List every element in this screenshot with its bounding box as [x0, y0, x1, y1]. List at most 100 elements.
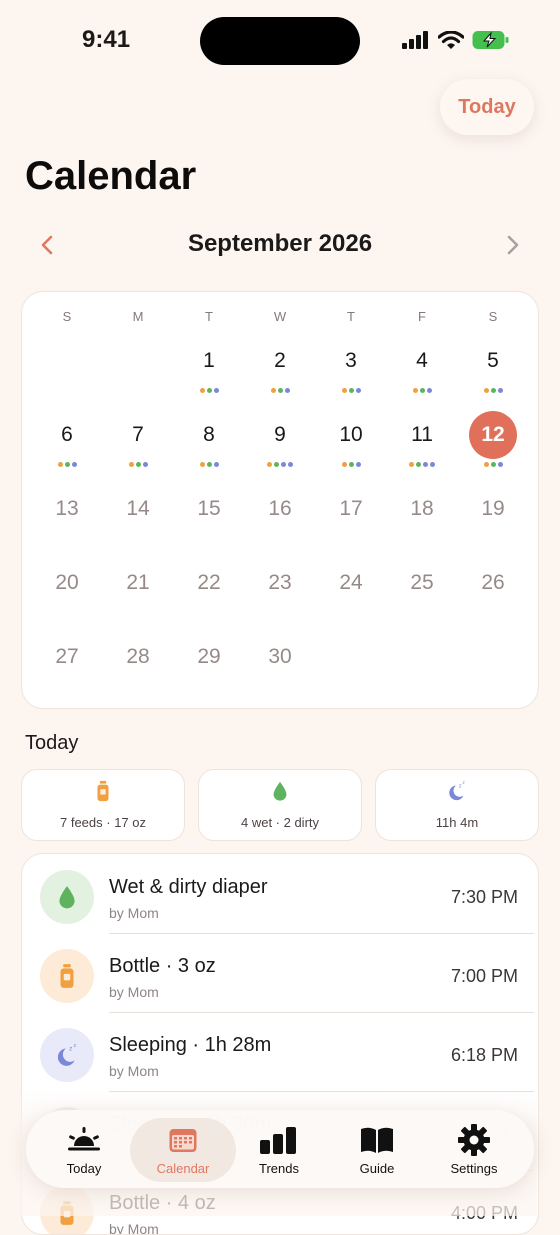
activity-time: 7:30 PM [450, 887, 518, 907]
activity-title: Bottle · 3 oz [109, 955, 216, 977]
calendar-day[interactable]: 23 [256, 559, 304, 607]
calendar-day[interactable]: 9 [256, 411, 304, 459]
event-dots [341, 462, 361, 467]
event-dot [281, 462, 286, 467]
calendar-day[interactable]: 24 [327, 559, 375, 607]
signal-icon [402, 31, 428, 49]
svg-text:z: z [463, 780, 466, 785]
event-dot [128, 462, 134, 467]
calendar-day[interactable]: 20 [43, 559, 91, 607]
event-dots [341, 388, 361, 393]
calendar-day[interactable]: 28 [114, 633, 162, 681]
calendar-day[interactable]: 14 [114, 485, 162, 533]
calendar-day[interactable]: 26 [469, 559, 517, 607]
calendar-day[interactable]: 16 [256, 485, 304, 533]
tab-label: Today [66, 1161, 102, 1176]
tab-label: Calendar [156, 1161, 210, 1176]
tab-guide[interactable]: Guide [327, 1110, 427, 1188]
activity-time: 7:00 PM [450, 966, 518, 986]
summary-card[interactable]: 4 wet · 2 dirty [198, 769, 362, 841]
calendar-day[interactable]: 27 [43, 633, 91, 681]
tab-trends[interactable]: Trends [229, 1110, 329, 1188]
calendar-day[interactable]: 21 [114, 559, 162, 607]
bar-chart-icon [229, 1124, 329, 1156]
event-dot [341, 388, 347, 393]
drop-icon [40, 870, 94, 924]
event-dot [135, 462, 141, 467]
calendar-day[interactable]: 4 [398, 337, 446, 385]
tab-today[interactable]: Today [34, 1110, 134, 1188]
calendar-day[interactable]: 6 [43, 411, 91, 459]
status-time: 9:41 [82, 26, 131, 53]
event-dots [409, 462, 435, 467]
event-dot [206, 462, 212, 467]
gear-icon [424, 1124, 524, 1156]
weekday-header: T [347, 309, 355, 324]
calendar-day[interactable]: 8 [185, 411, 233, 459]
calendar-day[interactable]: 17 [327, 485, 375, 533]
svg-text:z: z [69, 1046, 72, 1053]
calendar-day[interactable]: 2 [256, 337, 304, 385]
event-dot [483, 388, 489, 393]
event-dot [57, 462, 63, 467]
tab-label: Settings [450, 1161, 498, 1176]
calendar-day[interactable]: 7 [114, 411, 162, 459]
calendar-day[interactable]: 11 [398, 411, 446, 459]
status-icons [402, 30, 510, 50]
calendar-day[interactable]: 3 [327, 337, 375, 385]
event-dot [64, 462, 70, 467]
event-dot [355, 388, 361, 393]
event-dot [430, 462, 435, 467]
event-dots [128, 462, 148, 467]
tab-calendar[interactable]: Calendar [133, 1110, 233, 1188]
activity-row[interactable]: Bottle · 3 oz by Mom 7:00 PM [22, 933, 538, 1013]
calendar-day[interactable]: 30 [256, 633, 304, 681]
event-dots [270, 388, 290, 393]
event-dot [213, 388, 219, 393]
activity-title: Wet & dirty diaper [109, 876, 268, 898]
event-dot [277, 388, 283, 393]
today-button[interactable]: Today [440, 79, 534, 135]
calendar-day-selected[interactable]: 12 [469, 411, 517, 459]
activity-author: by Mom [109, 1221, 159, 1235]
bottle-icon [40, 949, 94, 1003]
event-dot [348, 388, 354, 393]
page-title: Calendar [25, 154, 197, 198]
summary-card[interactable]: 7 feeds · 17 oz [21, 769, 185, 841]
summary-text: 7 feeds · 17 oz [60, 815, 146, 830]
calendar-icon [133, 1124, 233, 1156]
event-dot [412, 388, 418, 393]
calendar-day[interactable]: 22 [185, 559, 233, 607]
activity-row[interactable]: z z Sleeping · 1h 28m by Mom 6:18 PM [22, 1012, 538, 1092]
calendar-day[interactable]: 13 [43, 485, 91, 533]
event-dot [71, 462, 77, 467]
weekday-header: T [205, 309, 213, 324]
event-dots [483, 462, 503, 467]
event-dots [57, 462, 77, 467]
calendar-day[interactable]: 19 [469, 485, 517, 533]
weekday-header: F [418, 309, 426, 324]
chevron-right-icon [507, 235, 519, 255]
event-dot [497, 388, 503, 393]
calendar-day[interactable]: 15 [185, 485, 233, 533]
calendar-day[interactable]: 1 [185, 337, 233, 385]
moon-icon: zz [446, 780, 468, 807]
event-dot [490, 388, 496, 393]
event-dots [412, 388, 432, 393]
calendar-day[interactable]: 10 [327, 411, 375, 459]
calendar-day[interactable]: 5 [469, 337, 517, 385]
calendar-day[interactable]: 25 [398, 559, 446, 607]
event-dot [423, 462, 428, 467]
sunrise-icon [34, 1124, 134, 1156]
battery-icon [472, 31, 509, 49]
activity-row[interactable]: Wet & dirty diaper by Mom 7:30 PM [22, 854, 538, 934]
tab-settings[interactable]: Settings [424, 1110, 524, 1188]
summary-card[interactable]: z z 11h 4m [375, 769, 539, 841]
activity-title: Sleeping · 1h 28m [109, 1034, 272, 1056]
next-month-button[interactable] [502, 232, 524, 258]
moon-icon: zz [40, 1028, 94, 1082]
event-dot [409, 462, 414, 467]
calendar-day[interactable]: 29 [185, 633, 233, 681]
calendar-day[interactable]: 18 [398, 485, 446, 533]
weekday-header: S [488, 309, 498, 324]
